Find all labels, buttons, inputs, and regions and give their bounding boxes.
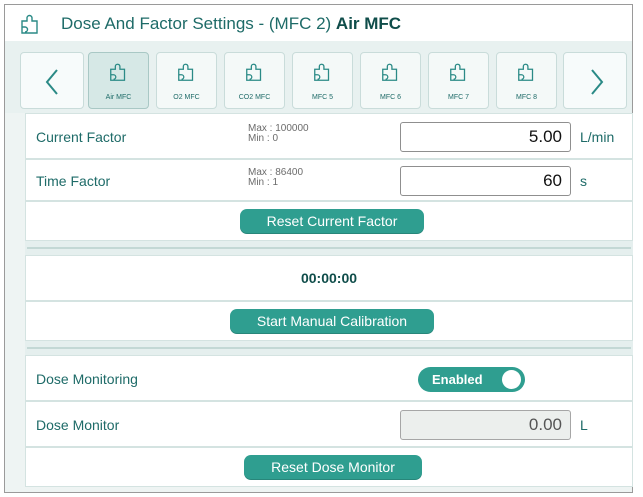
tab-mfc-5[interactable]: MFC 5 (292, 52, 353, 109)
dose-monitor-unit: L (580, 417, 588, 433)
time-factor-input[interactable]: 60 (400, 166, 571, 196)
title-device-name: Air MFC (335, 14, 402, 33)
section-divider (25, 341, 633, 355)
toggle-state-label: Enabled (432, 372, 483, 387)
page-title: Dose And Factor Settings - (MFC 2) Air M… (61, 14, 401, 34)
tab-label: O2 MFC (173, 94, 200, 101)
puzzle-icon (246, 63, 262, 81)
manual-calibration-row: Start Manual Calibration (25, 301, 633, 341)
tab-strip: Air MFC O2 MFC CO2 MFC MFC 5 MFC 6 MFC 7… (5, 41, 632, 113)
tab-label: Air MFC (105, 94, 132, 101)
calibration-timer-row: 00:00:00 (25, 255, 633, 301)
tab-label: CO2 MFC (238, 94, 271, 101)
puzzle-icon (21, 14, 38, 34)
dose-factor-settings-panel: Dose And Factor Settings - (MFC 2) Air M… (4, 4, 633, 493)
tab-label: MFC 6 (380, 94, 401, 101)
reset-dose-monitor-button[interactable]: Reset Dose Monitor (244, 455, 422, 480)
tab-mfc-6[interactable]: MFC 6 (360, 52, 421, 109)
chevron-right-icon (591, 69, 604, 95)
header: Dose And Factor Settings - (MFC 2) Air M… (5, 5, 632, 41)
dose-monitoring-row: Dose Monitoring Enabled (25, 355, 633, 401)
tab-label: MFC 5 (312, 94, 333, 101)
toggle-knob (502, 370, 521, 389)
dose-monitor-value: 0.00 (400, 410, 571, 440)
puzzle-icon (314, 63, 330, 81)
reset-current-factor-row: Reset Current Factor (25, 201, 633, 241)
current-factor-min: Min : 0 (248, 133, 279, 144)
current-factor-unit: L/min (580, 129, 615, 145)
start-manual-calibration-button[interactable]: Start Manual Calibration (230, 309, 434, 334)
time-factor-min: Min : 1 (248, 177, 279, 188)
divider-line (27, 247, 631, 249)
title-prefix: Dose And Factor Settings - (MFC 2) (61, 14, 336, 33)
calibration-timer: 00:00:00 (300, 270, 358, 286)
dose-monitor-label: Dose Monitor (36, 417, 120, 433)
dose-monitoring-label: Dose Monitoring (36, 371, 138, 387)
current-factor-label: Current Factor (36, 129, 127, 145)
tab-air-mfc[interactable]: Air MFC (88, 52, 149, 109)
chevron-left-icon (45, 69, 58, 95)
tab-mfc-8[interactable]: MFC 8 (496, 52, 557, 109)
prev-tab-button[interactable] (20, 52, 84, 109)
puzzle-icon (382, 63, 398, 81)
time-factor-row: Time Factor Max : 86400 Min : 1 60 s (25, 159, 633, 201)
tab-co2-mfc[interactable]: CO2 MFC (224, 52, 285, 109)
reset-dose-monitor-row: Reset Dose Monitor (25, 447, 633, 487)
tab-o2-mfc[interactable]: O2 MFC (156, 52, 217, 109)
current-factor-row: Current Factor Max : 100000 Min : 0 5.00… (25, 113, 633, 159)
puzzle-icon (450, 63, 466, 81)
tab-label: MFC 7 (448, 94, 469, 101)
section-divider (25, 241, 633, 255)
tab-label: MFC 8 (516, 94, 537, 101)
dose-monitor-row: Dose Monitor 0.00 L (25, 401, 633, 447)
puzzle-icon (518, 63, 534, 81)
puzzle-icon (178, 63, 194, 81)
next-tab-button[interactable] (563, 52, 627, 109)
tab-mfc-7[interactable]: MFC 7 (428, 52, 489, 109)
puzzle-icon (110, 63, 126, 81)
divider-line (27, 347, 631, 349)
dose-monitoring-toggle[interactable]: Enabled (418, 367, 525, 392)
current-factor-input[interactable]: 5.00 (400, 122, 571, 152)
time-factor-unit: s (580, 173, 587, 189)
time-factor-label: Time Factor (36, 173, 111, 189)
reset-current-factor-button[interactable]: Reset Current Factor (240, 209, 424, 234)
